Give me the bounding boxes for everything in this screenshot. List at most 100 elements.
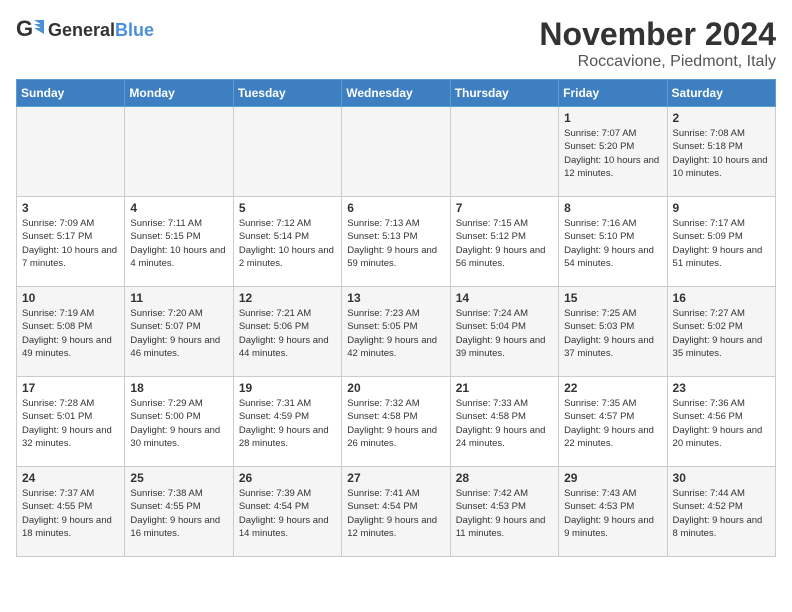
day-number: 22: [564, 381, 661, 395]
day-number: 4: [130, 201, 227, 215]
calendar-cell: 29Sunrise: 7:43 AM Sunset: 4:53 PM Dayli…: [559, 467, 667, 557]
calendar-cell: 9 Sunrise: 7:17 AM Sunset: 5:09 PM Daylig…: [667, 197, 775, 287]
calendar-title: November 2024: [539, 16, 776, 53]
calendar-cell: 28Sunrise: 7:42 AM Sunset: 4:53 PM Dayli…: [450, 467, 558, 557]
calendar-cell: 19Sunrise: 7:31 AM Sunset: 4:59 PM Dayli…: [233, 377, 341, 467]
calendar-cell: 23 Sunrise: 7:36 AM Sunset: 4:56 PM Dayli…: [667, 377, 775, 467]
day-info: Sunrise: 7:31 AM Sunset: 4:59 PM Dayligh…: [239, 397, 336, 450]
day-info: Sunrise: 7:17 AM Sunset: 5:09 PM Dayligh…: [673, 217, 770, 270]
calendar-cell: 16Sunrise: 7:27 AM Sunset: 5:02 PM Dayli…: [667, 287, 775, 377]
header: G GeneralBlue November 2024 Roccavione, …: [16, 16, 776, 71]
calendar-cell: 10 Sunrise: 7:19 AM Sunset: 5:08 PM Dayli…: [17, 287, 125, 377]
day-info: Sunrise: 7:27 AM Sunset: 5:02 PM Dayligh…: [673, 307, 770, 360]
day-number: 12: [239, 291, 336, 305]
day-info: Sunrise: 7:33 AM Sunset: 4:58 PM Dayligh…: [456, 397, 553, 450]
day-number: 7: [456, 201, 553, 215]
day-header-friday: Friday: [559, 80, 667, 107]
day-info: Sunrise: 7:24 AM Sunset: 5:04 PM Dayligh…: [456, 307, 553, 360]
day-info: Sunrise: 7:43 AM Sunset: 4:53 PM Dayligh…: [564, 487, 661, 540]
day-number: 3: [22, 201, 119, 215]
calendar-cell: 18 Sunrise: 7:29 AM Sunset: 5:00 PM Dayli…: [125, 377, 233, 467]
day-header-tuesday: Tuesday: [233, 80, 341, 107]
day-number: 8: [564, 201, 661, 215]
calendar-cell: [125, 107, 233, 197]
calendar-week-row: 1 Sunrise: 7:07 AM Sunset: 5:20 PM Daylig…: [17, 107, 776, 197]
day-info: Sunrise: 7:11 AM Sunset: 5:15 PM Dayligh…: [130, 217, 227, 270]
calendar-cell: [342, 107, 450, 197]
calendar-cell: 27 Sunrise: 7:41 AM Sunset: 4:54 PM Dayli…: [342, 467, 450, 557]
day-number: 10: [22, 291, 119, 305]
day-info: Sunrise: 7:32 AM Sunset: 4:58 PM Dayligh…: [347, 397, 444, 450]
calendar-cell: 26Sunrise: 7:39 AM Sunset: 4:54 PM Dayli…: [233, 467, 341, 557]
calendar-cell: 13 Sunrise: 7:23 AM Sunset: 5:05 PM Dayli…: [342, 287, 450, 377]
day-info: Sunrise: 7:39 AM Sunset: 4:54 PM Dayligh…: [239, 487, 336, 540]
day-number: 1: [564, 111, 661, 125]
day-info: Sunrise: 7:12 AM Sunset: 5:14 PM Dayligh…: [239, 217, 336, 270]
day-number: 15: [564, 291, 661, 305]
calendar-cell: 1 Sunrise: 7:07 AM Sunset: 5:20 PM Daylig…: [559, 107, 667, 197]
logo-text-general: General: [48, 20, 115, 40]
calendar-cell: [450, 107, 558, 197]
day-number: 13: [347, 291, 444, 305]
calendar-cell: 7 Sunrise: 7:15 AM Sunset: 5:12 PM Daylig…: [450, 197, 558, 287]
calendar-cell: 8 Sunrise: 7:16 AM Sunset: 5:10 PM Daylig…: [559, 197, 667, 287]
calendar-week-row: 3Sunrise: 7:09 AM Sunset: 5:17 PM Daylig…: [17, 197, 776, 287]
day-number: 6: [347, 201, 444, 215]
calendar-cell: 25 Sunrise: 7:38 AM Sunset: 4:55 PM Dayli…: [125, 467, 233, 557]
day-info: Sunrise: 7:21 AM Sunset: 5:06 PM Dayligh…: [239, 307, 336, 360]
calendar-cell: 17 Sunrise: 7:28 AM Sunset: 5:01 PM Dayli…: [17, 377, 125, 467]
calendar-cell: 11Sunrise: 7:20 AM Sunset: 5:07 PM Dayli…: [125, 287, 233, 377]
calendar-cell: 3Sunrise: 7:09 AM Sunset: 5:17 PM Daylig…: [17, 197, 125, 287]
day-number: 30: [673, 471, 770, 485]
calendar-week-row: 10 Sunrise: 7:19 AM Sunset: 5:08 PM Dayli…: [17, 287, 776, 377]
day-header-thursday: Thursday: [450, 80, 558, 107]
day-info: Sunrise: 7:13 AM Sunset: 5:13 PM Dayligh…: [347, 217, 444, 270]
day-info: Sunrise: 7:25 AM Sunset: 5:03 PM Dayligh…: [564, 307, 661, 360]
day-info: Sunrise: 7:20 AM Sunset: 5:07 PM Dayligh…: [130, 307, 227, 360]
day-info: Sunrise: 7:37 AM Sunset: 4:55 PM Dayligh…: [22, 487, 119, 540]
calendar-cell: [17, 107, 125, 197]
day-info: Sunrise: 7:15 AM Sunset: 5:12 PM Dayligh…: [456, 217, 553, 270]
day-number: 18: [130, 381, 227, 395]
day-info: Sunrise: 7:28 AM Sunset: 5:01 PM Dayligh…: [22, 397, 119, 450]
day-number: 27: [347, 471, 444, 485]
calendar-cell: 20 Sunrise: 7:32 AM Sunset: 4:58 PM Dayli…: [342, 377, 450, 467]
calendar-week-row: 17 Sunrise: 7:28 AM Sunset: 5:01 PM Dayli…: [17, 377, 776, 467]
day-info: Sunrise: 7:44 AM Sunset: 4:52 PM Dayligh…: [673, 487, 770, 540]
calendar-cell: 21 Sunrise: 7:33 AM Sunset: 4:58 PM Dayli…: [450, 377, 558, 467]
day-info: Sunrise: 7:36 AM Sunset: 4:56 PM Dayligh…: [673, 397, 770, 450]
day-number: 14: [456, 291, 553, 305]
calendar-cell: 24Sunrise: 7:37 AM Sunset: 4:55 PM Dayli…: [17, 467, 125, 557]
day-info: Sunrise: 7:07 AM Sunset: 5:20 PM Dayligh…: [564, 127, 661, 180]
calendar-table: SundayMondayTuesdayWednesdayThursdayFrid…: [16, 79, 776, 557]
calendar-subtitle: Roccavione, Piedmont, Italy: [539, 53, 776, 71]
day-info: Sunrise: 7:41 AM Sunset: 4:54 PM Dayligh…: [347, 487, 444, 540]
day-number: 25: [130, 471, 227, 485]
day-number: 17: [22, 381, 119, 395]
svg-text:G: G: [16, 16, 33, 41]
calendar-cell: 6 Sunrise: 7:13 AM Sunset: 5:13 PM Daylig…: [342, 197, 450, 287]
day-header-sunday: Sunday: [17, 80, 125, 107]
day-info: Sunrise: 7:19 AM Sunset: 5:08 PM Dayligh…: [22, 307, 119, 360]
day-info: Sunrise: 7:29 AM Sunset: 5:00 PM Dayligh…: [130, 397, 227, 450]
day-info: Sunrise: 7:38 AM Sunset: 4:55 PM Dayligh…: [130, 487, 227, 540]
day-number: 20: [347, 381, 444, 395]
day-info: Sunrise: 7:35 AM Sunset: 4:57 PM Dayligh…: [564, 397, 661, 450]
calendar-cell: 2 Sunrise: 7:08 AM Sunset: 5:18 PM Daylig…: [667, 107, 775, 197]
calendar-cell: 12 Sunrise: 7:21 AM Sunset: 5:06 PM Dayli…: [233, 287, 341, 377]
day-header-wednesday: Wednesday: [342, 80, 450, 107]
calendar-cell: 4 Sunrise: 7:11 AM Sunset: 5:15 PM Daylig…: [125, 197, 233, 287]
logo-text-blue: Blue: [115, 20, 154, 40]
logo-icon: G: [16, 16, 44, 44]
day-number: 9: [673, 201, 770, 215]
title-area: November 2024 Roccavione, Piedmont, Ital…: [539, 16, 776, 71]
day-number: 28: [456, 471, 553, 485]
calendar-cell: [233, 107, 341, 197]
calendar-week-row: 24Sunrise: 7:37 AM Sunset: 4:55 PM Dayli…: [17, 467, 776, 557]
day-number: 23: [673, 381, 770, 395]
day-info: Sunrise: 7:23 AM Sunset: 5:05 PM Dayligh…: [347, 307, 444, 360]
day-info: Sunrise: 7:08 AM Sunset: 5:18 PM Dayligh…: [673, 127, 770, 180]
day-info: Sunrise: 7:16 AM Sunset: 5:10 PM Dayligh…: [564, 217, 661, 270]
day-number: 2: [673, 111, 770, 125]
day-number: 21: [456, 381, 553, 395]
